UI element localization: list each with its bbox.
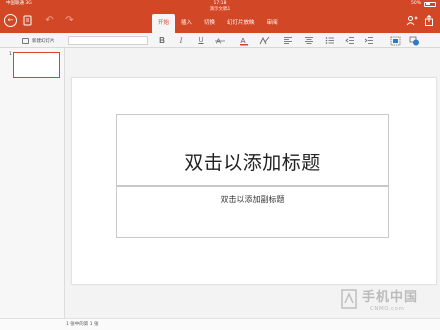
align-left-icon[interactable] xyxy=(282,35,293,46)
select-objects-icon[interactable] xyxy=(389,35,401,46)
ribbon-toolbar: 新建幻灯片 B I U A A xyxy=(0,33,440,48)
font-name-field[interactable] xyxy=(68,36,148,45)
document-title: 演示文稿1 xyxy=(209,7,231,12)
decrease-indent-icon[interactable] xyxy=(344,35,355,46)
subtitle-placeholder-text: 双击以添加副标题 xyxy=(220,195,285,204)
battery-icon xyxy=(424,1,436,7)
undo-icon[interactable]: ↶ xyxy=(43,14,56,27)
align-center-icon[interactable] xyxy=(303,35,314,46)
tab-insert[interactable]: 插入 xyxy=(175,14,198,33)
slide-thumbnail[interactable] xyxy=(13,52,60,78)
svg-text:A: A xyxy=(240,36,245,45)
slide-count-label: 1 张中的第 1 张 xyxy=(66,322,99,327)
slide-thumbnail-panel xyxy=(0,48,65,318)
back-arrow-icon[interactable]: ← xyxy=(4,14,17,27)
redo-icon[interactable]: ↷ xyxy=(63,14,76,27)
document-icon[interactable] xyxy=(21,14,34,27)
italic-button[interactable]: I xyxy=(176,35,186,46)
new-slide-icon xyxy=(22,37,29,44)
watermark-logo-icon xyxy=(341,289,357,309)
bold-button[interactable]: B xyxy=(157,35,167,46)
tab-home[interactable]: 开始 xyxy=(152,14,176,33)
increase-indent-icon[interactable] xyxy=(363,35,374,46)
title-placeholder-text: 双击以添加标题 xyxy=(184,151,321,174)
bullet-list-icon[interactable] xyxy=(324,35,335,46)
title-placeholder[interactable]: 双击以添加标题 xyxy=(116,114,389,186)
subtitle-placeholder[interactable]: 双击以添加副标题 xyxy=(116,186,389,238)
new-slide-button[interactable]: 新建幻灯片 xyxy=(22,36,55,45)
title-bar: 中国联通 3G 17:18 50% 演示文稿1 ← ↶ ↷ 开始 插入 切换 幻… xyxy=(0,0,440,33)
ribbon-tabs: 开始 插入 切换 幻灯片放映 审阅 xyxy=(152,14,284,33)
watermark: 手机中国 CNMO.com xyxy=(340,284,432,324)
tab-review[interactable]: 审阅 xyxy=(261,14,284,33)
watermark-text: 手机中国 xyxy=(362,290,419,305)
slide-number: 1 xyxy=(9,52,12,57)
new-slide-label: 新建幻灯片 xyxy=(32,38,55,44)
tab-slideshow[interactable]: 幻灯片放映 xyxy=(221,14,261,33)
highlight-icon[interactable] xyxy=(258,35,270,46)
watermark-subtext: CNMO.com xyxy=(370,306,405,312)
share-upload-icon[interactable] xyxy=(422,14,435,27)
underline-button[interactable]: U xyxy=(196,35,206,46)
add-person-icon[interactable] xyxy=(405,14,418,27)
font-color-icon[interactable]: A xyxy=(238,35,250,46)
tab-transitions[interactable]: 切换 xyxy=(198,14,221,33)
strikethrough-icon[interactable]: A xyxy=(214,35,226,46)
shapes-icon[interactable] xyxy=(408,35,420,46)
